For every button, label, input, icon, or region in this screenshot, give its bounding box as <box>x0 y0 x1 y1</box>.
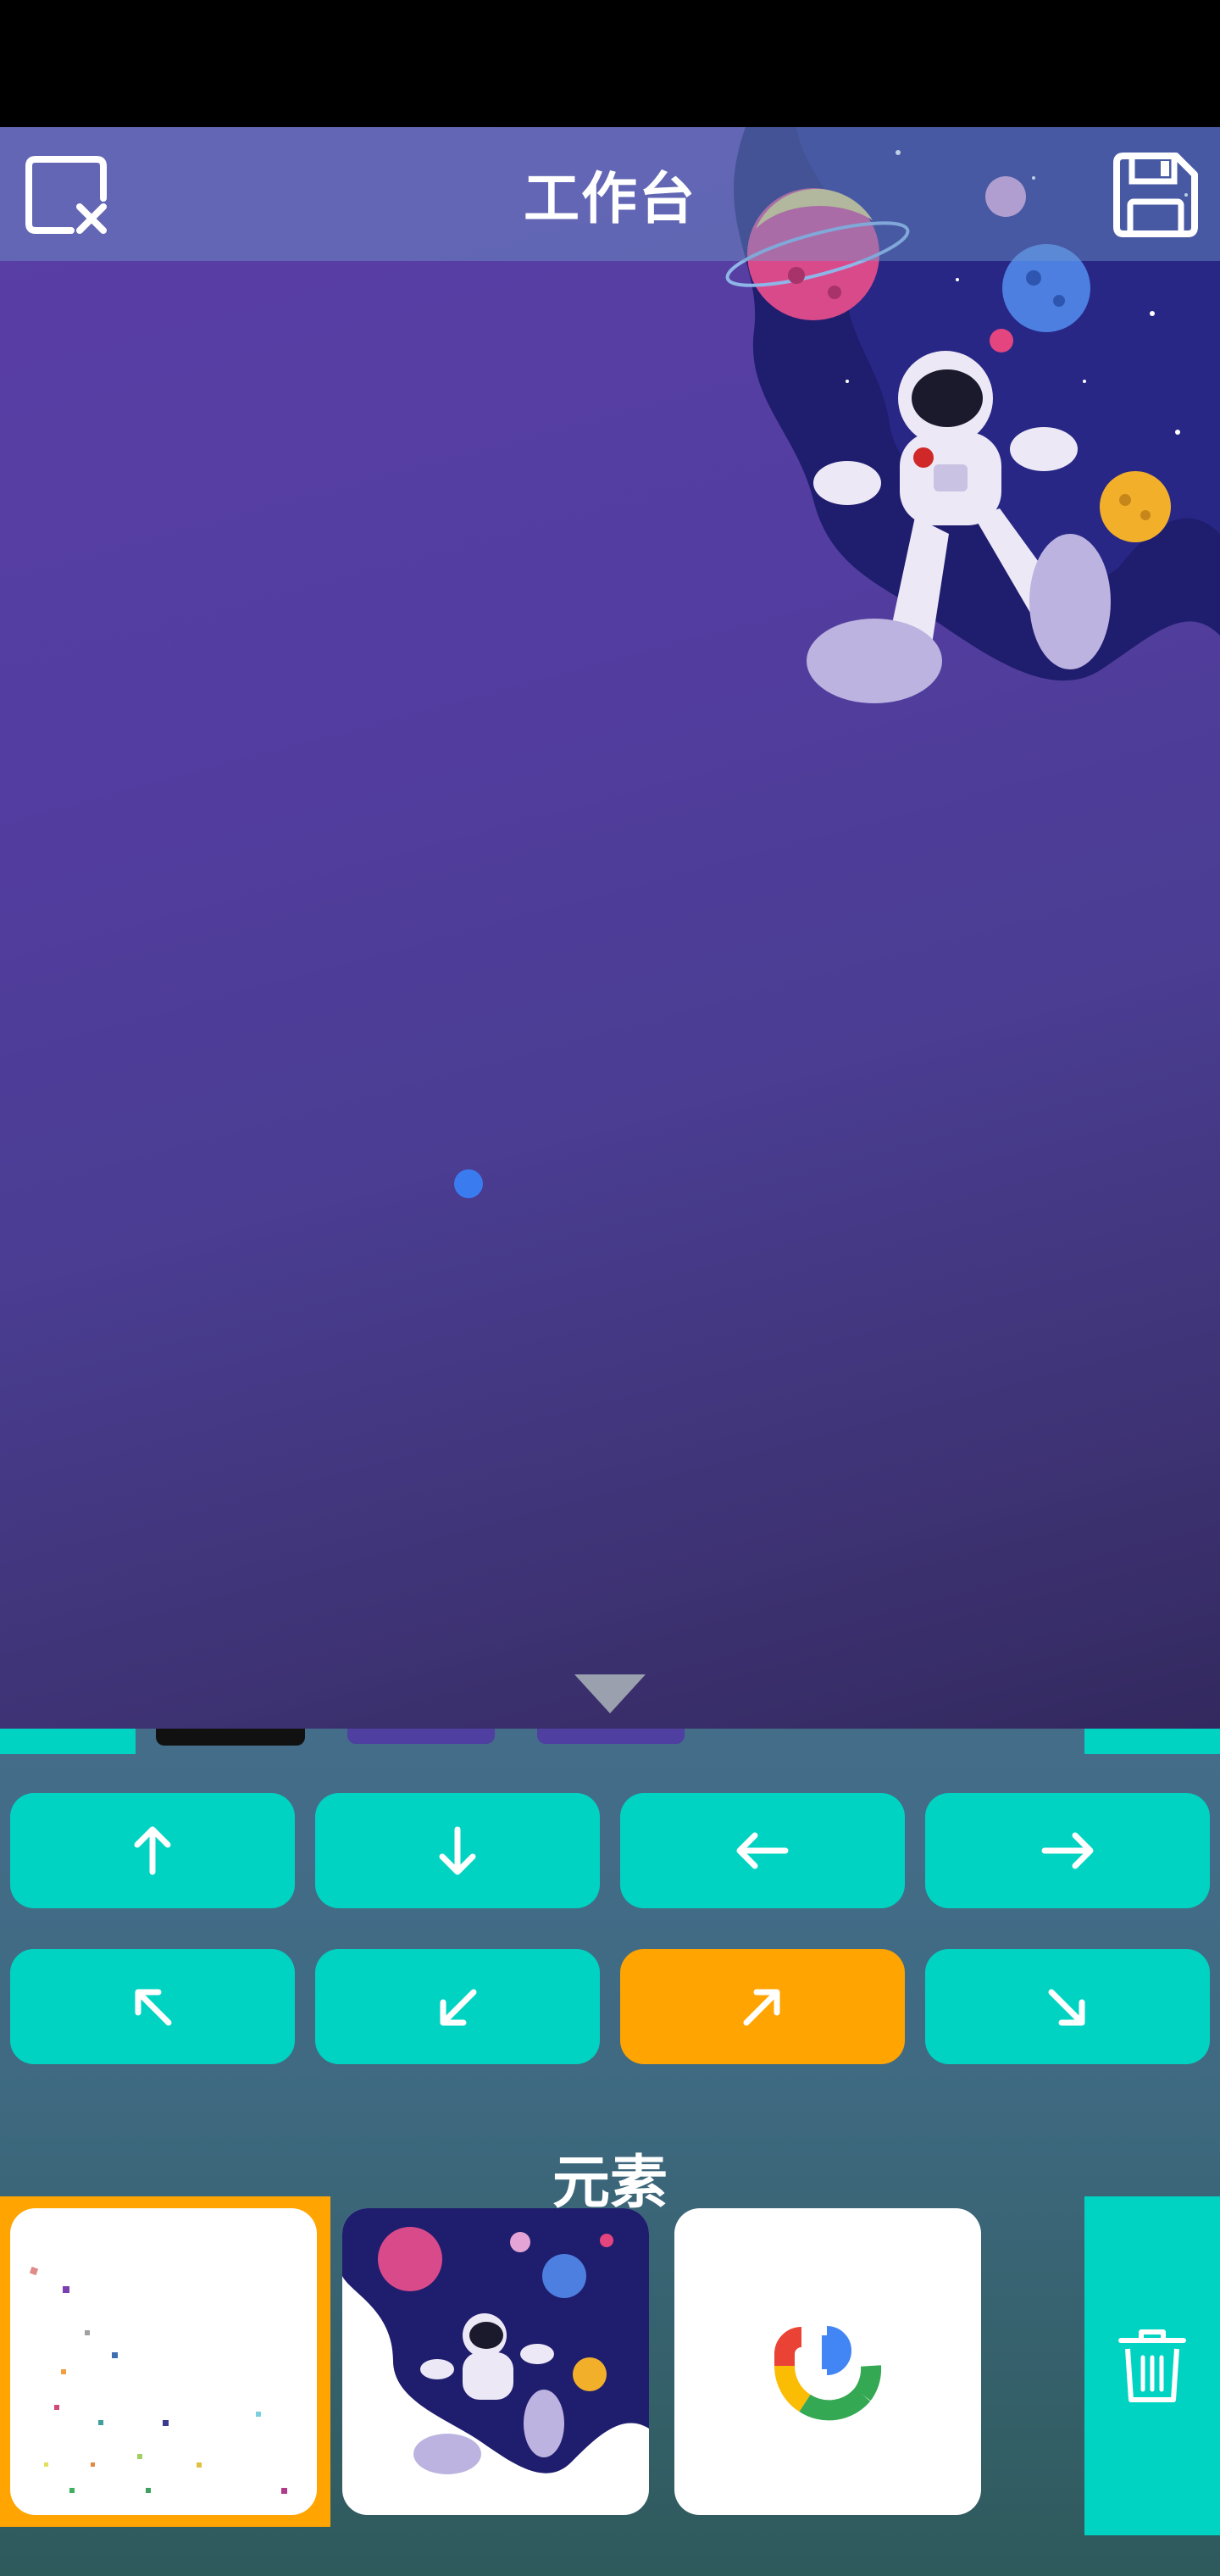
editor-canvas[interactable] <box>0 127 1220 1729</box>
tab-stub[interactable] <box>537 1729 685 1744</box>
tab-stub[interactable] <box>347 1729 495 1744</box>
arrow-up-right-icon <box>743 1989 780 2026</box>
arrow-down-right-icon <box>1048 1989 1085 2026</box>
trash-icon <box>1118 2329 1186 2402</box>
control-panel: 元素 <box>0 1729 1220 2576</box>
close-canvas-icon[interactable] <box>24 151 112 239</box>
move-up-left-button[interactable] <box>10 1949 295 2064</box>
move-right-button[interactable] <box>925 1793 1210 1908</box>
confetti-image <box>29 2266 287 2494</box>
move-up-right-button[interactable] <box>620 1949 905 2064</box>
element-thumbnail-astronaut[interactable] <box>342 2208 649 2515</box>
tab-stub[interactable] <box>156 1729 305 1746</box>
move-up-button[interactable] <box>10 1793 295 1908</box>
arrow-right-icon <box>1041 1832 1094 1869</box>
google-logo-icon <box>774 2326 882 2421</box>
arrow-left-icon <box>736 1832 789 1869</box>
tab-stub[interactable] <box>0 1729 136 1754</box>
app-header: 工作台 <box>0 127 1220 261</box>
move-down-right-button[interactable] <box>925 1949 1210 2064</box>
delete-element-button[interactable] <box>1084 2196 1220 2535</box>
move-down-left-button[interactable] <box>315 1949 600 2064</box>
status-bar <box>0 0 1220 127</box>
collapse-handle-icon[interactable] <box>574 1674 646 1713</box>
element-thumbnail-confetti[interactable] <box>0 2196 330 2527</box>
arrow-up-icon <box>134 1826 171 1875</box>
arrow-down-icon <box>439 1826 476 1875</box>
confetti-thumbnail <box>10 2208 317 2515</box>
astronaut-thumbnail-image <box>342 2208 649 2474</box>
move-left-button[interactable] <box>620 1793 905 1908</box>
arrow-up-left-icon <box>135 1989 172 2026</box>
tab-stub[interactable] <box>1084 1729 1220 1754</box>
canvas-anchor-dot[interactable] <box>454 1169 483 1198</box>
element-thumbnail-google[interactable] <box>674 2208 981 2515</box>
save-floppy-icon[interactable] <box>1112 151 1200 239</box>
move-down-button[interactable] <box>315 1793 600 1908</box>
arrow-down-left-icon <box>440 1989 477 2026</box>
page-title: 工作台 <box>524 166 696 231</box>
